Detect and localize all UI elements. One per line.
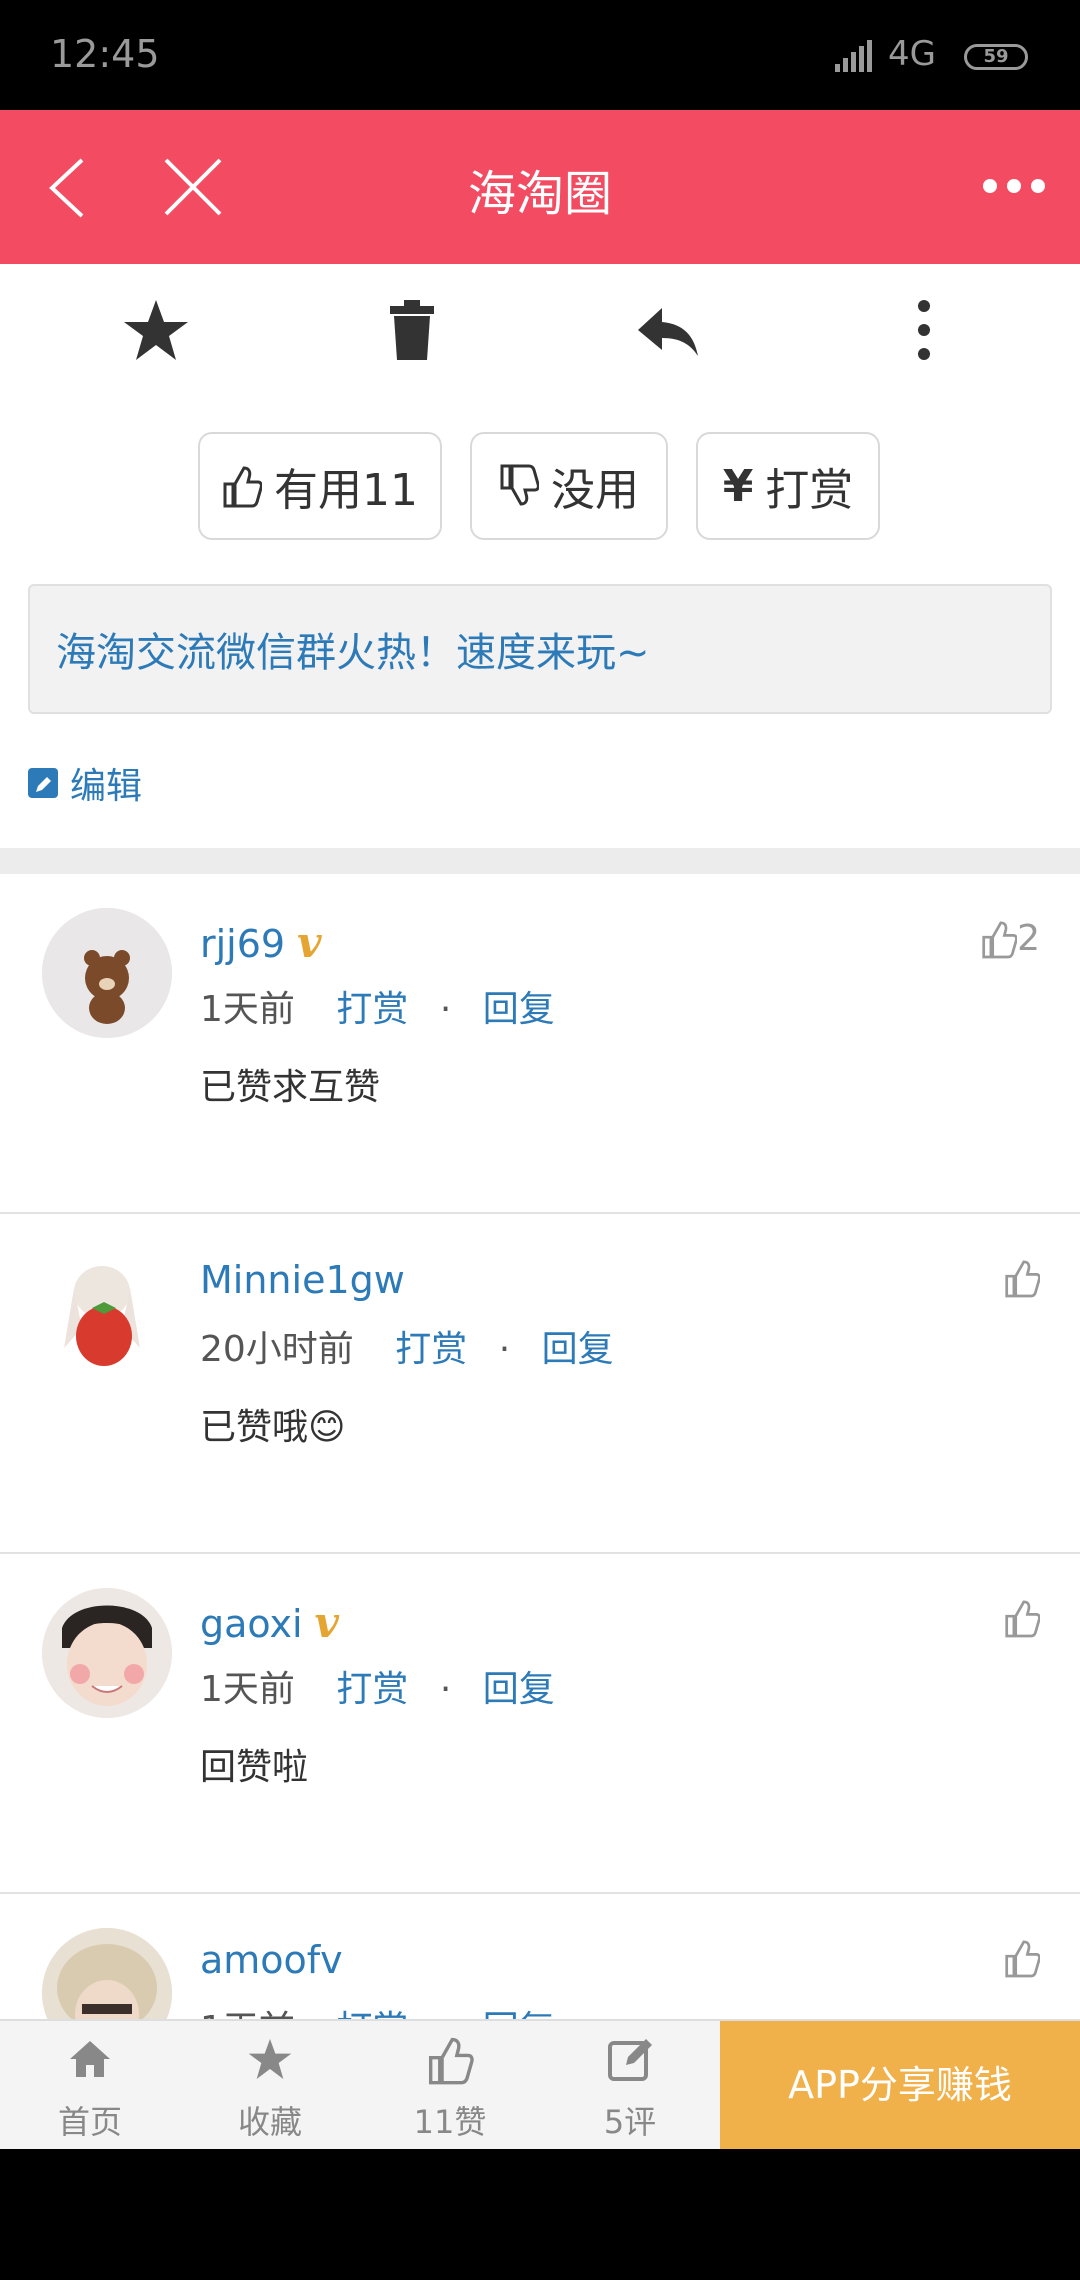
- reward-button[interactable]: ¥ 打赏: [696, 432, 880, 540]
- comment-text: 已赞哦😊: [200, 1407, 346, 1448]
- meta-separator: ·: [439, 1669, 452, 1710]
- avatar[interactable]: [42, 1928, 172, 2019]
- comment-like-button[interactable]: 2: [981, 918, 1040, 959]
- edit-link[interactable]: 编辑: [28, 758, 142, 808]
- comment-time: 1天前: [200, 989, 295, 1030]
- edit-comment-icon: [608, 2039, 652, 2081]
- comment-time: 1天前: [200, 1669, 295, 1710]
- comment-like-count: 2: [1017, 918, 1040, 959]
- comment-like-button[interactable]: [1004, 1598, 1040, 1638]
- page-title: 海淘圈: [467, 166, 612, 222]
- thumbs-up-outline-icon: [982, 920, 1018, 958]
- useful-label: 有用11: [274, 465, 418, 516]
- tab-likes-label: 11赞: [413, 2103, 487, 2141]
- trash-icon[interactable]: [376, 294, 448, 366]
- thumbs-down-icon: [500, 464, 539, 506]
- avatar[interactable]: [42, 908, 172, 1038]
- edit-label: 编辑: [70, 766, 143, 807]
- reward-label: 打赏: [765, 465, 854, 516]
- battery-level: 59: [983, 46, 1009, 67]
- app-bar: 海淘圈: [0, 110, 1080, 264]
- share-earn-button[interactable]: APP分享赚钱: [720, 2021, 1080, 2149]
- battery-icon: 59: [964, 44, 1028, 70]
- comment-reply-link[interactable]: 回复: [542, 1329, 614, 1370]
- bottom-action-bar: 首页 收藏 11赞 5评 APP分享赚钱: [0, 2019, 1080, 2149]
- notice-text: 海淘交流微信群火热！速度来玩~: [56, 630, 650, 676]
- comment-meta: 1天前 打赏 · 回复: [200, 1660, 555, 1712]
- comment-item: rjj69 v 2 1天前 打赏 · 回复 已赞求互赞: [0, 874, 1080, 1214]
- more-options-icon[interactable]: [982, 176, 1046, 196]
- signal-icon: [835, 40, 872, 72]
- comment-meta: 20小时前 打赏 · 回复: [200, 1320, 614, 1372]
- comment-reply-link[interactable]: 回复: [483, 989, 555, 1030]
- useful-button[interactable]: 有用11: [198, 432, 442, 540]
- comment-time: 1天前: [200, 2009, 295, 2019]
- comment-item: gaoxi v 1天前 打赏 · 回复 回赞啦: [0, 1554, 1080, 1894]
- tab-likes[interactable]: 11赞: [360, 2021, 540, 2149]
- star-icon[interactable]: [120, 294, 192, 366]
- status-time: 12:45: [50, 32, 160, 76]
- meta-separator: ·: [498, 1329, 511, 1370]
- kebab-menu-icon[interactable]: [888, 294, 960, 366]
- comment-username[interactable]: amoofv: [200, 1938, 343, 1982]
- verified-badge-icon: v: [314, 1598, 339, 1647]
- tab-comments-label: 5评: [603, 2103, 657, 2141]
- comment-item: amoofv 1天前 打赏 · 回复: [0, 1894, 1080, 2019]
- comment-time: 20小时前: [200, 1329, 354, 1370]
- comment-reply-link[interactable]: 回复: [483, 1669, 555, 1710]
- edit-icon: [28, 768, 58, 798]
- useless-label: 没用: [551, 465, 639, 516]
- tab-favorite[interactable]: 收藏: [180, 2021, 360, 2149]
- comment-username[interactable]: Minnie1gw: [200, 1258, 405, 1302]
- meta-separator: ·: [439, 989, 452, 1030]
- thumbs-up-icon: [223, 466, 262, 508]
- home-icon: [70, 2041, 110, 2077]
- avatar[interactable]: [42, 1588, 172, 1718]
- tab-comments[interactable]: 5评: [540, 2021, 720, 2149]
- comment-like-button[interactable]: [1004, 1258, 1040, 1298]
- comment-like-button[interactable]: [1004, 1938, 1040, 1978]
- post-content: 有用11 没用 ¥ 打赏 海淘交流微信群火热！速度来玩~ 编辑 rjj69 v …: [0, 264, 1080, 2019]
- reply-icon[interactable]: [632, 294, 704, 366]
- comment-meta: 1天前 打赏 · 回复: [200, 2000, 555, 2019]
- comment-reply-link[interactable]: 回复: [483, 2009, 555, 2019]
- section-divider: [0, 848, 1080, 874]
- comment-reward-link[interactable]: 打赏: [336, 989, 408, 1030]
- thumbs-up-outline-icon: [1005, 1600, 1040, 1638]
- comment-reward-link[interactable]: 打赏: [336, 1669, 408, 1710]
- network-type: 4G: [888, 34, 936, 74]
- tab-home-label: 首页: [57, 2103, 122, 2141]
- meta-separator: ·: [440, 2009, 451, 2019]
- comment-username[interactable]: rjj69 v: [200, 918, 322, 967]
- verified-badge-icon: v: [297, 918, 322, 967]
- comment-item: Minnie1gw 20小时前 打赏 · 回复 已赞哦😊: [0, 1214, 1080, 1554]
- comment-username[interactable]: gaoxi v: [200, 1598, 339, 1647]
- star-icon: [248, 2039, 292, 2079]
- useless-button[interactable]: 没用: [470, 432, 668, 540]
- comment-meta: 1天前 打赏 · 回复: [200, 980, 555, 1032]
- comment-text: 已赞求互赞: [200, 1067, 381, 1108]
- notice-banner[interactable]: 海淘交流微信群火热！速度来玩~: [28, 584, 1052, 714]
- thumbs-up-outline-icon: [1005, 1940, 1040, 1978]
- avatar[interactable]: [42, 1248, 172, 1378]
- comment-reward-link[interactable]: 打赏: [395, 1329, 467, 1370]
- comment-reward-link[interactable]: 打赏: [336, 2009, 408, 2019]
- yen-icon: ¥: [722, 460, 754, 512]
- tab-home[interactable]: 首页: [0, 2021, 180, 2149]
- system-navigation-bar: [0, 2149, 1080, 2280]
- thumbs-up-outline-icon: [1005, 1260, 1040, 1298]
- status-bar: 12:45 4G 59: [0, 0, 1080, 110]
- comment-text: 回赞啦: [200, 1747, 309, 1788]
- thumbs-up-icon: [428, 2037, 474, 2085]
- tab-favorite-label: 收藏: [237, 2103, 302, 2141]
